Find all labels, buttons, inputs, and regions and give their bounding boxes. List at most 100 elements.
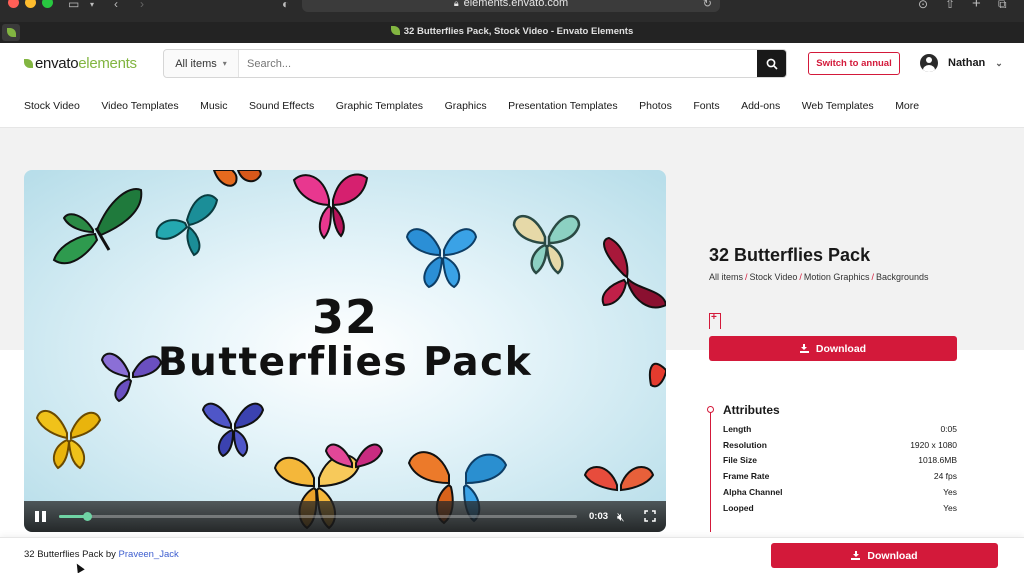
attribute-value: Yes — [943, 486, 957, 497]
zoom-window-button[interactable] — [42, 0, 53, 8]
video-overlay-title-line1: 32 — [311, 290, 378, 344]
sidebar-toggle-icon[interactable]: ▭ — [68, 0, 79, 11]
nav-item-video-templates[interactable]: Video Templates — [101, 100, 178, 112]
attribute-value: 1018.6MB — [918, 455, 957, 466]
butterfly-image — [324, 443, 384, 469]
attribute-key: File Size — [723, 455, 758, 466]
attribute-key: Length — [723, 424, 752, 434]
address-bar[interactable]: 🔒︎ elements.envato.com ↻ — [302, 0, 720, 12]
nav-item-more[interactable]: More — [895, 100, 919, 112]
search-input[interactable] — [239, 50, 757, 77]
attribute-row: File Size 1018.6MB — [723, 455, 957, 465]
downloads-icon[interactable]: ⊙ — [918, 0, 928, 11]
minimize-window-button[interactable] — [25, 0, 36, 8]
video-player[interactable]: 32 Butterflies Pack 0:03 🔇︎ — [24, 170, 666, 532]
logo-text-light: elements — [78, 55, 137, 72]
nav-item-add-ons[interactable]: Add-ons — [741, 100, 780, 112]
sticky-download-bar: 32 Butterflies Pack by Praveen_Jack Down… — [0, 537, 1024, 573]
attribute-row: Resolution 1920 x 1080 — [723, 440, 957, 450]
nav-item-web-templates[interactable]: Web Templates — [802, 100, 874, 112]
mute-icon[interactable]: 🔇︎ — [617, 510, 625, 525]
download-button[interactable]: Download — [709, 336, 957, 361]
attribute-row: Frame Rate 24 fps — [723, 471, 957, 481]
switch-to-annual-button[interactable]: Switch to annual — [808, 52, 900, 75]
search-icon — [766, 58, 778, 70]
nav-item-sound-effects[interactable]: Sound Effects — [249, 100, 314, 112]
user-menu[interactable]: Nathan ⌄ — [920, 54, 1003, 72]
butterfly-image — [52, 188, 143, 265]
breadcrumb-link[interactable]: Motion Graphics — [804, 272, 870, 282]
back-arrow-icon[interactable]: ‹ — [114, 0, 118, 11]
tab-bar: 32 Butterflies Pack, Stock Video - Envat… — [0, 22, 1024, 43]
footer-item-name: 32 Butterflies Pack — [24, 549, 104, 560]
nav-item-music[interactable]: Music — [200, 100, 227, 112]
share-icon[interactable]: ⇧ — [945, 0, 955, 11]
breadcrumb-separator: / — [799, 272, 802, 282]
forward-arrow-icon[interactable]: › — [140, 0, 144, 11]
url-text: elements.envato.com — [463, 0, 569, 9]
browser-chrome: ▭ ▾ ‹ › ◐ 🔒︎ elements.envato.com ↻ ⊙ ⇧ +… — [0, 0, 1024, 43]
download-icon — [799, 344, 809, 353]
video-progress-handle[interactable] — [83, 512, 93, 521]
nav-item-graphic-templates[interactable]: Graphic Templates — [336, 100, 423, 112]
attribute-value: 24 fps — [933, 471, 957, 482]
active-tab[interactable]: 32 Butterflies Pack, Stock Video - Envat… — [0, 26, 1024, 37]
butterfly-image — [155, 194, 219, 257]
video-time: 0:03 — [589, 511, 609, 522]
attribute-value: 1920 x 1080 — [910, 439, 957, 450]
butterfly-image — [512, 215, 581, 275]
video-progress-bar[interactable] — [59, 512, 577, 521]
nav-item-photos[interactable]: Photos — [639, 100, 672, 112]
tab-overview-icon[interactable]: ⧉ — [998, 0, 1007, 12]
search-bar: All items ▾ — [163, 49, 787, 78]
new-tab-icon[interactable]: + — [972, 0, 981, 12]
item-credit: 32 Butterflies Pack by Praveen_Jack — [24, 549, 179, 560]
nav-item-graphics[interactable]: Graphics — [445, 100, 487, 112]
breadcrumb-link[interactable]: Stock Video — [750, 272, 798, 282]
nav-item-fonts[interactable]: Fonts — [693, 100, 719, 112]
butterfly-image — [201, 402, 265, 458]
envato-logo[interactable]: envato elements — [24, 55, 137, 72]
author-link[interactable]: Praveen_Jack — [119, 549, 179, 560]
add-to-collection-icon[interactable] — [709, 312, 721, 329]
attributes-marker — [707, 406, 714, 413]
envato-leaf-icon — [24, 59, 33, 68]
attribute-key: Alpha Channel — [723, 486, 783, 497]
footer-download-button[interactable]: Download — [771, 543, 998, 568]
reload-icon[interactable]: ↻ — [703, 0, 712, 10]
breadcrumb-link[interactable]: All items — [709, 272, 743, 282]
attribute-row: Looped Yes — [723, 503, 957, 513]
tab-title: 32 Butterflies Pack, Stock Video - Envat… — [403, 26, 634, 37]
breadcrumb-link[interactable]: Backgrounds — [876, 272, 929, 282]
breadcrumb-separator: / — [871, 272, 874, 282]
privacy-shield-icon[interactable]: ◐ — [282, 0, 289, 11]
fullscreen-icon[interactable] — [644, 510, 656, 522]
video-overlay-title-line2: Butterflies Pack — [157, 340, 533, 385]
attribute-key: Frame Rate — [723, 471, 770, 482]
butterfly-image — [35, 409, 102, 470]
nav-item-stock-video[interactable]: Stock Video — [24, 100, 80, 112]
butterfly-image — [405, 228, 478, 289]
attribute-value: 0:05 — [940, 424, 957, 434]
lock-icon: 🔒︎ — [453, 0, 459, 8]
window-controls — [8, 0, 53, 8]
attributes-divider — [710, 410, 711, 532]
site-header: envatoelements All items ▾ Switch to ann… — [0, 43, 1024, 128]
butterfly-image — [292, 173, 369, 240]
close-window-button[interactable] — [8, 0, 19, 8]
nav-item-presentation-templates[interactable]: Presentation Templates — [508, 100, 618, 112]
breadcrumb-separator: / — [745, 272, 748, 282]
item-title: 32 Butterflies Pack — [709, 245, 871, 265]
attribute-key: Resolution — [723, 439, 767, 450]
pause-button[interactable] — [35, 511, 46, 522]
chevron-down-icon[interactable]: ▾ — [90, 0, 94, 9]
attribute-key: Looped — [723, 502, 754, 513]
avatar-icon — [920, 54, 938, 72]
search-filter-dropdown[interactable]: All items ▾ — [164, 50, 239, 77]
search-button[interactable] — [757, 50, 786, 77]
attribute-value: Yes — [943, 502, 957, 513]
video-controls: 0:03 🔇︎ — [24, 501, 666, 532]
download-icon — [851, 551, 861, 560]
attribute-row: Length 0:05 — [723, 424, 957, 434]
butterfly-image — [212, 170, 262, 187]
